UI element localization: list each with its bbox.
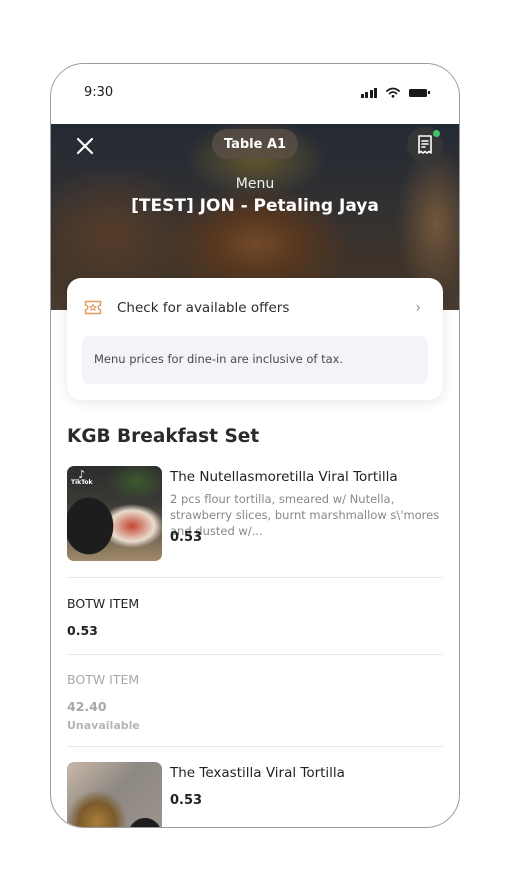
receipt-button[interactable] (407, 127, 443, 163)
ticket-icon (84, 300, 102, 315)
wifi-icon (386, 87, 400, 98)
divider (67, 577, 443, 578)
close-icon (76, 137, 94, 155)
item-price: 42.40 (67, 699, 107, 714)
receipt-icon (418, 135, 432, 154)
check-offers-button[interactable]: Check for available offers › (67, 278, 443, 336)
item-price: 0.53 (170, 793, 203, 808)
unavailable-label: Unavailable (67, 719, 140, 732)
item-price: 0.53 (67, 623, 98, 638)
tiktok-logo: ♪ TikTok (71, 468, 93, 486)
menu-item[interactable]: ♪ TikTok The Nutellasmoretilla Viral Tort… (67, 466, 443, 562)
item-image: ♪ TikTok (67, 466, 162, 561)
tax-note: Menu prices for dine-in are inclusive of… (82, 336, 428, 384)
close-button[interactable] (73, 134, 97, 158)
menu-item[interactable]: BOTW ITEM 0.53 (67, 596, 443, 641)
restaurant-name: [TEST] JON - Petaling Jaya (131, 196, 379, 216)
item-name: BOTW ITEM (67, 596, 140, 611)
divider (67, 746, 443, 747)
menu-item[interactable]: The Texastilla Viral Tortilla 0.53 (67, 762, 443, 827)
divider (67, 654, 443, 655)
table-badge: Table A1 (212, 129, 298, 159)
menu-item-unavailable: BOTW ITEM 42.40 Unavailable (67, 672, 443, 736)
notification-dot (433, 130, 440, 137)
status-icons (360, 87, 430, 98)
phone-frame: 9:30 Table A1 Menu [TEST] JON - Petaling… (50, 63, 460, 828)
menu-label: Menu (235, 176, 275, 192)
status-bar: 9:30 (51, 64, 459, 124)
offers-card: Check for available offers › Menu prices… (67, 278, 443, 400)
signal-icon (360, 87, 377, 98)
item-name: The Nutellasmoretilla Viral Tortilla (170, 469, 398, 485)
item-price: 0.53 (170, 530, 203, 545)
offers-label: Check for available offers (117, 300, 290, 316)
battery-icon (409, 88, 430, 97)
item-image (67, 762, 162, 827)
item-name: The Texastilla Viral Tortilla (170, 765, 345, 781)
section-title: KGB Breakfast Set (67, 426, 260, 447)
item-description: 2 pcs flour tortilla, smeared w/ Nutella… (170, 492, 440, 538)
status-time: 9:30 (84, 85, 114, 100)
chevron-right-icon: › (415, 300, 421, 316)
item-name: BOTW ITEM (67, 672, 140, 687)
